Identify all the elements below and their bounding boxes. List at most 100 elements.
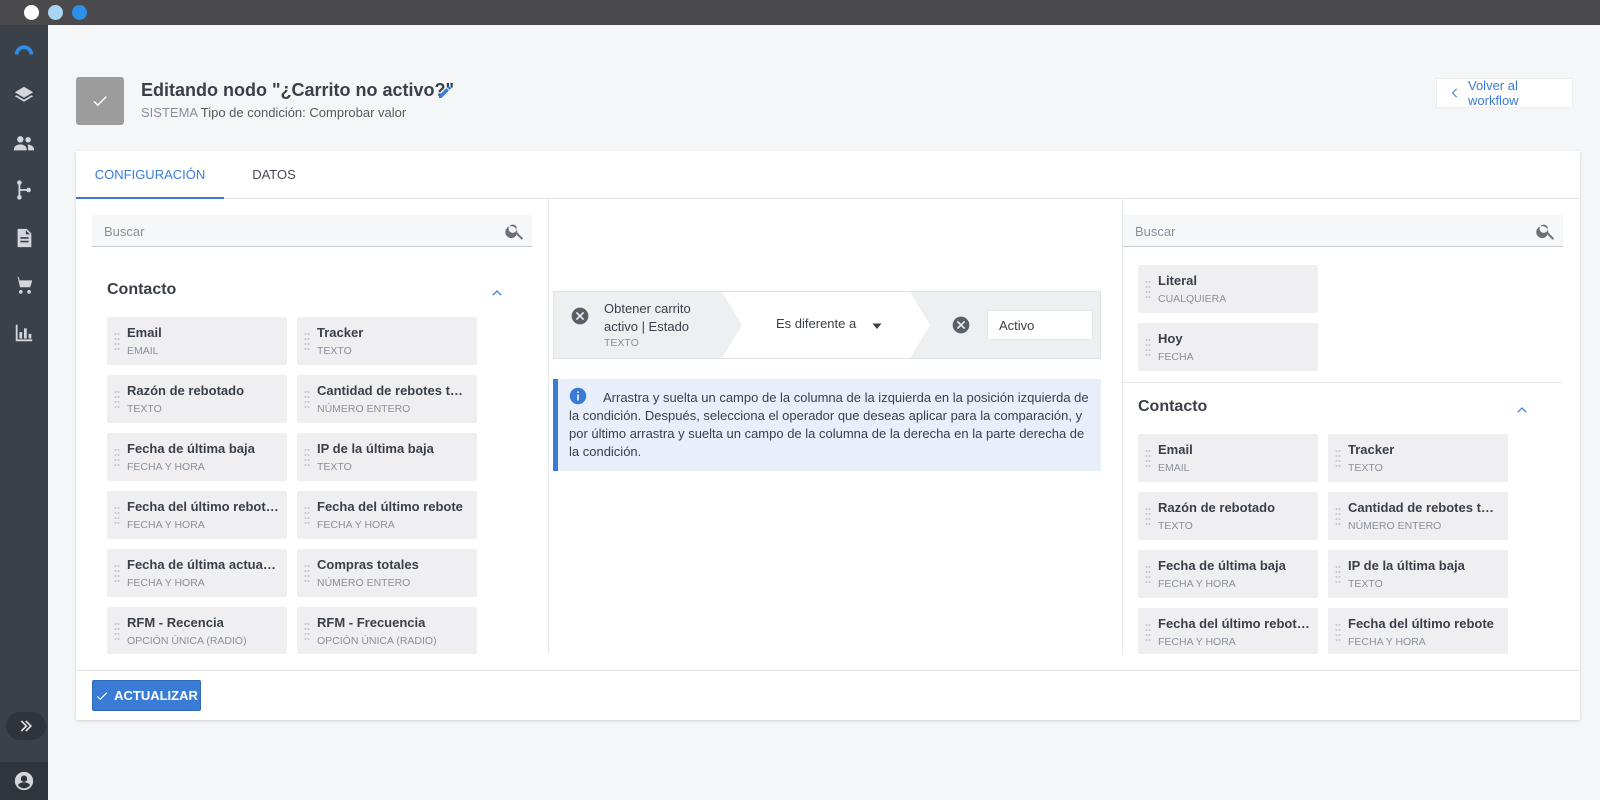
field-card[interactable]: IP de la última baja TEXTO: [297, 433, 477, 481]
drag-handle-icon[interactable]: [114, 331, 120, 351]
field-name: Razón de rebotado: [1158, 500, 1276, 515]
stats-icon[interactable]: [12, 321, 36, 345]
edit-title-icon[interactable]: [437, 84, 453, 100]
drag-handle-icon[interactable]: [304, 389, 310, 409]
tab-bar: CONFIGURACIÓN DATOS: [76, 151, 1580, 199]
field-name: IP de la última baja: [1348, 558, 1465, 573]
field-card[interactable]: Fecha del último rebote FECHA Y HORA: [297, 491, 477, 539]
field-name: Fecha del último rebote temporal: [1158, 616, 1310, 631]
document-icon[interactable]: [12, 226, 36, 250]
drag-handle-icon[interactable]: [1145, 506, 1151, 526]
drag-handle-icon[interactable]: [114, 389, 120, 409]
field-card[interactable]: RFM - Frecuencia OPCIÓN ÚNICA (RADIO): [297, 607, 477, 654]
field-card[interactable]: Cantidad de rebotes temporales NÚMERO EN…: [297, 375, 477, 423]
tab-configuracion[interactable]: CONFIGURACIÓN: [76, 151, 224, 199]
field-name: Literal: [1158, 273, 1198, 288]
search-icon[interactable]: [1535, 220, 1557, 242]
left-fields-panel: Contacto Email EMAIL Tracker TEXTO Razón…: [92, 199, 549, 654]
remove-left-operand-icon[interactable]: [570, 306, 590, 326]
cart-icon[interactable]: [12, 273, 36, 297]
double-chevron-right-icon: [20, 720, 32, 732]
drag-handle-icon[interactable]: [114, 447, 120, 467]
update-button[interactable]: ACTUALIZAR: [92, 680, 201, 711]
field-name: Email: [127, 325, 162, 340]
chevron-up-icon[interactable]: [490, 286, 504, 300]
right-fields-panel: Literal CUALQUIERA Hoy FECHA Contacto Em…: [1122, 199, 1569, 654]
contacts-icon[interactable]: [12, 131, 36, 155]
field-card[interactable]: Razón de rebotado TEXTO: [1138, 492, 1318, 540]
field-card[interactable]: Compras totales NÚMERO ENTERO: [297, 549, 477, 597]
left-search-input[interactable]: [104, 221, 484, 241]
drag-handle-icon[interactable]: [304, 563, 310, 583]
field-card[interactable]: Cantidad de rebotes temporales NÚMERO EN…: [1328, 492, 1508, 540]
search-icon[interactable]: [504, 220, 526, 242]
drag-handle-icon[interactable]: [114, 621, 120, 641]
field-name: Fecha del último rebote: [1348, 616, 1494, 631]
drag-handle-icon[interactable]: [1145, 564, 1151, 584]
drag-handle-icon[interactable]: [304, 505, 310, 525]
condition-value-input[interactable]: [987, 310, 1093, 340]
field-card[interactable]: RFM - Recencia OPCIÓN ÚNICA (RADIO): [107, 607, 287, 654]
field-card[interactable]: Fecha de última baja FECHA Y HORA: [1138, 550, 1318, 598]
condition-left-operand[interactable]: Obtener carrito activo | Estado TEXTO: [554, 292, 742, 358]
drag-handle-icon[interactable]: [114, 563, 120, 583]
drag-handle-icon[interactable]: [1145, 337, 1151, 357]
field-card[interactable]: Fecha del último rebote temporal FECHA Y…: [107, 491, 287, 539]
field-card[interactable]: Fecha de última actualización FECHA Y HO…: [107, 549, 287, 597]
window-maximize-dot[interactable]: [72, 5, 87, 20]
drag-handle-icon[interactable]: [1145, 622, 1151, 642]
field-card[interactable]: Fecha de última baja FECHA Y HORA: [107, 433, 287, 481]
drag-handle-icon[interactable]: [1145, 279, 1151, 299]
drag-handle-icon[interactable]: [1335, 448, 1341, 468]
chevron-up-icon[interactable]: [1515, 403, 1529, 417]
field-name: RFM - Recencia: [127, 615, 224, 630]
right-search-input[interactable]: [1135, 221, 1515, 241]
field-name: Razón de rebotado: [127, 383, 245, 398]
field-card[interactable]: Fecha del último rebote FECHA Y HORA: [1328, 608, 1508, 654]
field-card[interactable]: Razón de rebotado TEXTO: [107, 375, 287, 423]
field-type: FECHA: [1158, 351, 1194, 363]
window-close-dot[interactable]: [24, 5, 39, 20]
check-icon: [93, 96, 107, 107]
drag-handle-icon[interactable]: [304, 331, 310, 351]
user-account-button[interactable]: [0, 762, 48, 800]
layers-icon[interactable]: [12, 83, 36, 107]
back-to-workflow-button[interactable]: Volver al workflow: [1436, 78, 1573, 108]
field-type: FECHA Y HORA: [127, 461, 205, 473]
drag-handle-icon[interactable]: [1335, 622, 1341, 642]
node-type-icon: [76, 77, 124, 125]
special-field-card[interactable]: Hoy FECHA: [1138, 323, 1318, 371]
field-type: EMAIL: [127, 345, 159, 357]
remove-right-operand-icon[interactable]: [951, 315, 971, 335]
field-name: Compras totales: [317, 557, 419, 572]
field-name: Hoy: [1158, 331, 1183, 346]
drag-handle-icon[interactable]: [1335, 564, 1341, 584]
drag-handle-icon[interactable]: [304, 447, 310, 467]
field-card[interactable]: IP de la última baja TEXTO: [1328, 550, 1508, 598]
drag-handle-icon[interactable]: [1335, 506, 1341, 526]
section-divider: [1123, 382, 1563, 383]
workflow-icon[interactable]: [12, 178, 36, 202]
info-message: Arrastra y suelta un campo de la columna…: [553, 379, 1101, 471]
window-minimize-dot[interactable]: [48, 5, 63, 20]
field-card[interactable]: Email EMAIL: [107, 317, 287, 365]
field-type: TEXTO: [1348, 462, 1383, 474]
tab-datos[interactable]: DATOS: [224, 151, 324, 199]
field-name: Cantidad de rebotes temporales: [1348, 500, 1500, 515]
drag-handle-icon[interactable]: [114, 505, 120, 525]
caret-down-icon: [871, 319, 883, 331]
field-name: Tracker: [1348, 442, 1395, 457]
field-card[interactable]: Fecha del último rebote temporal FECHA Y…: [1138, 608, 1318, 654]
operator-select[interactable]: Es diferente a: [722, 292, 930, 358]
left-search-bar: [92, 215, 532, 247]
brand-logo-icon[interactable]: [12, 37, 36, 61]
field-card[interactable]: Tracker TEXTO: [1328, 434, 1508, 482]
drag-handle-icon[interactable]: [1145, 448, 1151, 468]
field-card[interactable]: Tracker TEXTO: [297, 317, 477, 365]
expand-sidebar-button[interactable]: [6, 712, 46, 740]
field-name: Fecha de última baja: [127, 441, 255, 456]
special-field-card[interactable]: Literal CUALQUIERA: [1138, 265, 1318, 313]
field-type: FECHA Y HORA: [1348, 636, 1426, 648]
field-card[interactable]: Email EMAIL: [1138, 434, 1318, 482]
drag-handle-icon[interactable]: [304, 621, 310, 641]
